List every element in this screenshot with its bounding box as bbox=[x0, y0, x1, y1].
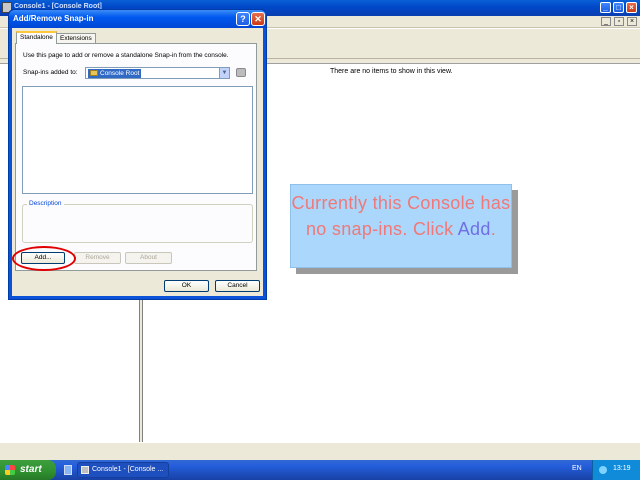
taskbar-item-label: Console1 - [Console ... bbox=[92, 466, 164, 473]
mdi-restore-icon[interactable]: ▫ bbox=[614, 17, 624, 26]
combo-selected-value: Console Root bbox=[88, 69, 142, 78]
tab-standalone[interactable]: Standalone bbox=[16, 31, 57, 44]
instruction-text: Use this page to add or remove a standal… bbox=[23, 52, 229, 59]
help-icon[interactable]: ? bbox=[236, 12, 250, 26]
tray-icon[interactable] bbox=[599, 466, 607, 474]
dialog-title: Add/Remove Snap-in bbox=[13, 14, 94, 23]
close-icon[interactable]: ✕ bbox=[251, 12, 265, 26]
add-button-highlight bbox=[12, 246, 76, 271]
snapins-added-label: Snap-ins added to: bbox=[23, 69, 78, 76]
callout-highlight: Add bbox=[457, 219, 491, 239]
cancel-button[interactable]: Cancel bbox=[215, 280, 260, 292]
callout-text-end: . bbox=[490, 219, 496, 239]
snapins-list[interactable] bbox=[22, 86, 253, 194]
mdi-close-icon[interactable]: × bbox=[627, 17, 637, 26]
tutorial-callout: Currently this Console has no snap-ins. … bbox=[290, 184, 512, 268]
description-label: Description bbox=[27, 200, 64, 207]
snapins-added-combo[interactable]: Console Root ▼ bbox=[85, 67, 230, 79]
taskbar-item-console1[interactable]: Console1 - [Console ... bbox=[77, 462, 169, 478]
maximize-icon[interactable]: □ bbox=[613, 2, 624, 13]
clock[interactable]: 13:19 bbox=[613, 465, 631, 472]
dropdown-arrow-icon[interactable]: ▼ bbox=[219, 68, 229, 78]
taskbar: start Console1 - [Console ... EN 13:19 bbox=[0, 460, 640, 480]
minimize-icon[interactable]: _ bbox=[600, 2, 611, 13]
mdi-minimize-icon[interactable]: _ bbox=[601, 17, 611, 26]
status-bar bbox=[0, 442, 640, 460]
dialog-title-bar[interactable]: Add/Remove Snap-in ? ✕ bbox=[9, 10, 266, 28]
language-indicator[interactable]: EN bbox=[572, 465, 582, 472]
about-button[interactable]: About bbox=[125, 252, 172, 264]
combo-selected-text: Console Root bbox=[100, 70, 140, 77]
mmc-task-icon bbox=[81, 466, 89, 474]
snapin-icon[interactable] bbox=[236, 68, 246, 77]
description-group: Description bbox=[22, 200, 253, 243]
start-button[interactable]: start bbox=[0, 460, 56, 480]
folder-icon bbox=[90, 70, 98, 76]
empty-view-message: There are no items to show in this view. bbox=[330, 68, 453, 75]
remove-button[interactable]: Remove bbox=[74, 252, 121, 264]
start-label: start bbox=[20, 464, 42, 475]
windows-logo-icon bbox=[5, 465, 15, 475]
close-icon[interactable]: × bbox=[626, 2, 637, 13]
ok-button[interactable]: OK bbox=[164, 280, 209, 292]
quick-launch-icon[interactable] bbox=[64, 465, 72, 475]
